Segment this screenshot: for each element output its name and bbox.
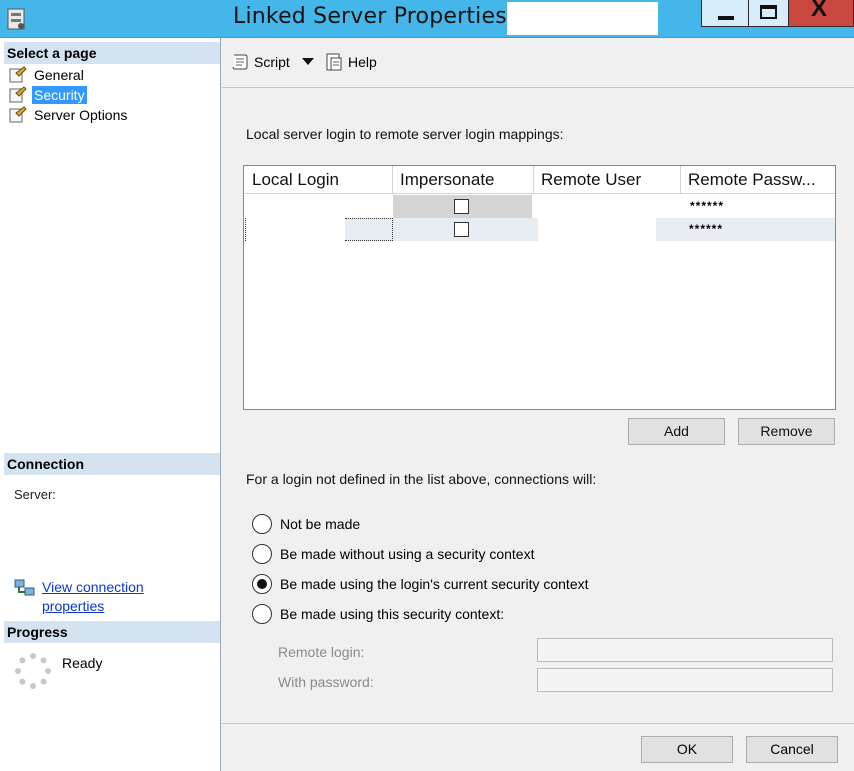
progress-status: Ready — [62, 655, 103, 671]
cell-local-login[interactable] — [245, 218, 345, 241]
left-panel: Select a page General Security Server Op… — [0, 38, 221, 771]
cell-impersonate[interactable] — [393, 218, 538, 241]
help-label: Help — [348, 54, 377, 70]
radio-without-security-context[interactable]: Be made without using a security context — [252, 544, 534, 564]
cell-local-login-dropdown[interactable] — [345, 218, 393, 241]
server-label: Server: — [14, 487, 56, 502]
login-mappings-grid[interactable]: Local Login Impersonate Remote User Remo… — [243, 165, 836, 410]
radio-label: Not be made — [280, 516, 361, 532]
grid-header: Local Login Impersonate Remote User Remo… — [244, 166, 835, 194]
page-general-label: General — [34, 66, 84, 83]
cell-remote-user[interactable] — [538, 218, 656, 241]
script-label: Script — [254, 54, 290, 70]
cell-remote-password[interactable]: ****** — [681, 195, 835, 218]
close-icon: X — [811, 0, 828, 22]
remote-password-value: ****** — [689, 222, 724, 236]
cell-local-login[interactable] — [245, 195, 393, 218]
radio-button[interactable] — [252, 604, 272, 624]
radio-button[interactable] — [252, 544, 272, 564]
close-button[interactable]: X — [789, 0, 854, 27]
add-button[interactable]: Add — [628, 418, 725, 445]
page-wrench-icon — [9, 66, 27, 83]
page-security[interactable]: Security — [8, 85, 87, 104]
page-security-label: Security — [32, 85, 87, 104]
remove-button[interactable]: Remove — [738, 418, 835, 445]
radio-not-be-made[interactable]: Not be made — [252, 514, 360, 534]
page-general[interactable]: General — [8, 65, 86, 84]
mappings-label: Local server login to remote server logi… — [246, 126, 564, 142]
toolbar: Script Help — [222, 38, 854, 88]
help-button[interactable]: Help — [324, 52, 377, 72]
progress-spinner-icon — [15, 653, 51, 689]
with-password-input[interactable] — [537, 668, 833, 692]
title-redacted-area — [507, 2, 658, 35]
radio-label: Be made without using a security context — [280, 546, 535, 562]
page-wrench-icon — [9, 106, 27, 123]
title-bar: Linked Server Properties - X — [0, 0, 854, 38]
radio-current-security-context[interactable]: Be made using the login's current securi… — [252, 574, 589, 594]
script-dropdown-icon[interactable] — [302, 58, 314, 65]
with-password-label: With password: — [278, 674, 374, 690]
app-icon — [7, 8, 25, 30]
radio-label: Be made using the login's current securi… — [280, 576, 589, 592]
column-local-login[interactable]: Local Login — [245, 166, 393, 194]
script-icon — [232, 54, 248, 70]
cell-impersonate[interactable] — [393, 195, 532, 218]
cancel-button[interactable]: Cancel — [746, 736, 838, 763]
page-server-options-label: Server Options — [34, 106, 128, 123]
table-row[interactable]: ****** — [244, 218, 835, 241]
help-icon — [326, 53, 342, 71]
maximize-button[interactable] — [749, 0, 789, 27]
column-impersonate[interactable]: Impersonate — [393, 166, 534, 194]
ok-button[interactable]: OK — [641, 736, 733, 763]
maximize-icon — [760, 5, 777, 19]
connection-header: Connection — [4, 453, 220, 475]
radio-button[interactable] — [252, 514, 272, 534]
remote-login-label: Remote login: — [278, 644, 365, 660]
impersonate-checkbox[interactable] — [454, 222, 469, 237]
minimize-icon — [718, 16, 734, 20]
minimize-button[interactable] — [701, 0, 749, 27]
undefined-login-label: For a login not defined in the list abov… — [246, 471, 597, 487]
page-wrench-icon — [9, 86, 27, 103]
impersonate-checkbox[interactable] — [454, 199, 469, 214]
progress-header: Progress — [4, 621, 220, 643]
connection-properties-icon — [14, 579, 35, 596]
cell-remote-password[interactable]: ****** — [656, 218, 835, 241]
radio-this-security-context[interactable]: Be made using this security context: — [252, 604, 504, 624]
radio-label: Be made using this security context: — [280, 606, 505, 622]
window-title: Linked Server Properties - — [233, 4, 523, 29]
radio-button-selected[interactable] — [252, 574, 272, 594]
column-remote-password[interactable]: Remote Passw... — [681, 166, 835, 194]
column-remote-user[interactable]: Remote User — [534, 166, 681, 194]
table-row[interactable]: ****** — [244, 195, 835, 218]
page-server-options[interactable]: Server Options — [8, 105, 129, 124]
view-connection-properties-link[interactable]: View connection properties — [42, 578, 172, 616]
remote-login-input[interactable] — [537, 638, 833, 662]
script-button[interactable]: Script — [230, 52, 290, 72]
remote-password-value: ****** — [690, 199, 725, 213]
select-page-header: Select a page — [4, 42, 220, 64]
cell-remote-user[interactable] — [534, 195, 681, 218]
